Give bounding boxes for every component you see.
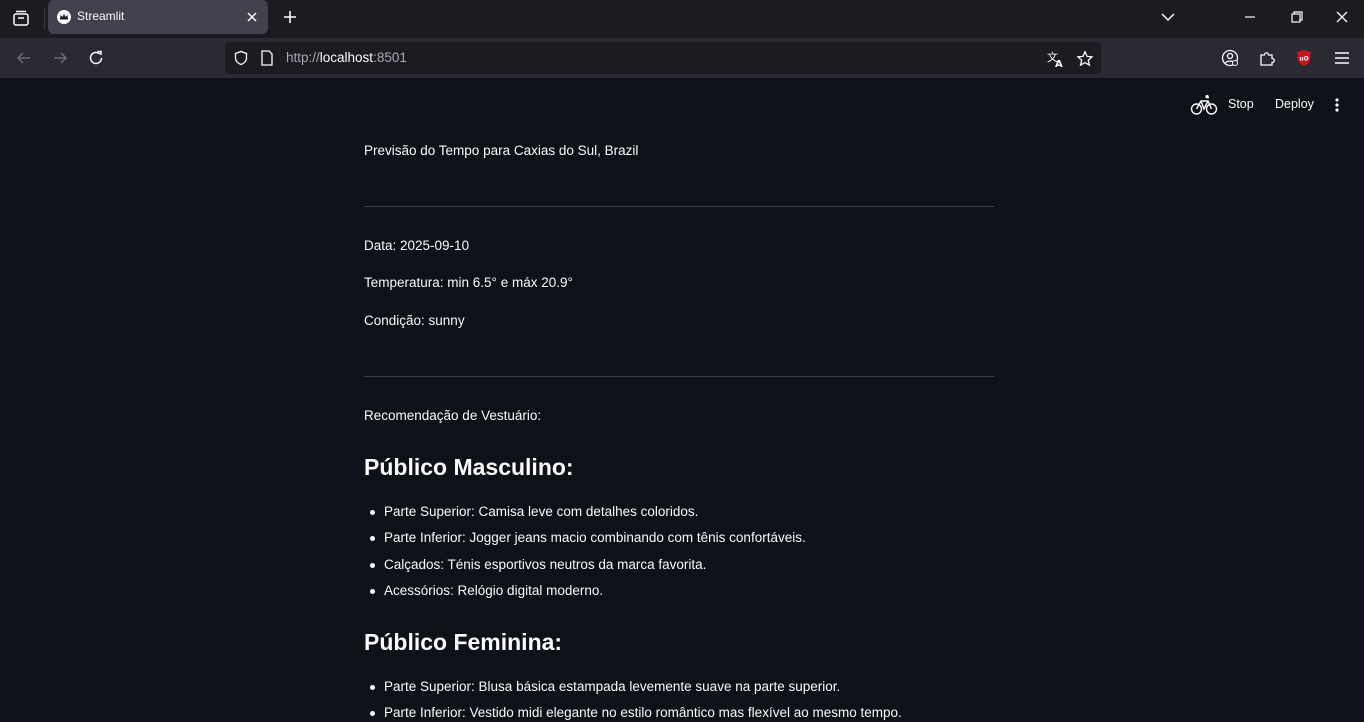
recommendation-intro: Recomendação de Vestuário: (364, 408, 542, 423)
ublock-icon[interactable]: uO (1292, 46, 1316, 70)
translate-icon[interactable]: 文A (1046, 49, 1066, 69)
svg-text:A: A (1055, 59, 1063, 68)
url-port: :8501 (373, 50, 407, 65)
tab-separator (44, 8, 45, 30)
minimize-icon[interactable] (1228, 0, 1272, 33)
page-icon[interactable] (259, 50, 275, 66)
divider (364, 206, 994, 207)
date-line: Data: 2025-09-10 (364, 238, 470, 253)
close-icon[interactable] (244, 9, 260, 25)
back-arrow-icon[interactable] (10, 44, 38, 72)
divider (364, 376, 994, 377)
list-item: Parte Superior: Blusa básica estampada l… (369, 679, 841, 694)
stop-button[interactable]: Stop (1228, 97, 1254, 111)
browser-tab-streamlit[interactable]: Streamlit (48, 0, 268, 34)
puzzle-icon[interactable] (1255, 46, 1279, 70)
window-close-icon[interactable] (1320, 0, 1364, 33)
reload-icon[interactable] (82, 44, 110, 72)
bicycle-icon (1190, 93, 1218, 117)
temperature-line: Temperatura: min 6.5° e máx 20.9° (364, 275, 573, 290)
streamlit-crown-icon (57, 10, 71, 24)
female-heading: Público Feminina: (364, 629, 563, 655)
browser-nav-bar: http://localhost:8501 文A uO (0, 38, 1364, 78)
streamlit-header: Stop Deploy (0, 78, 1364, 134)
account-icon[interactable] (1218, 46, 1242, 70)
list-item: Parte Superior: Camisa leve com detalhes… (369, 504, 699, 519)
tab-list-icon[interactable] (8, 5, 34, 31)
list-item: Acessórios: Relógio digital moderno. (369, 583, 604, 598)
restore-icon[interactable] (1275, 0, 1319, 33)
browser-tab-bar: Streamlit (0, 0, 1364, 38)
forecast-title: Previsão do Tempo para Caxias do Sul, Br… (364, 143, 639, 158)
forward-arrow-icon[interactable] (46, 44, 74, 72)
list-item: Parte Inferior: Jogger jeans macio combi… (370, 530, 806, 545)
shield-icon[interactable] (232, 49, 250, 67)
star-icon[interactable] (1075, 49, 1095, 69)
kebab-icon[interactable] (1328, 95, 1346, 115)
list-item: Calçados: Ténis esportivos neutros da ma… (369, 557, 707, 572)
url-text[interactable]: http://localhost:8501 (286, 50, 407, 65)
male-heading: Público Masculino: (364, 454, 574, 480)
svg-text:uO: uO (1299, 56, 1308, 63)
url-host: localhost (319, 50, 374, 65)
condition-line: Condição: sunny (364, 313, 465, 328)
address-bar[interactable]: http://localhost:8501 文A (225, 42, 1101, 74)
list-item: Parte Inferior: Vestido midi elegante no… (370, 705, 902, 720)
tab-title: Streamlit (77, 9, 125, 23)
hamburger-icon[interactable] (1330, 46, 1354, 70)
deploy-button[interactable]: Deploy (1275, 97, 1314, 111)
chevron-down-icon[interactable] (1146, 0, 1190, 33)
url-scheme: http:// (286, 50, 320, 65)
plus-icon[interactable] (278, 5, 302, 29)
